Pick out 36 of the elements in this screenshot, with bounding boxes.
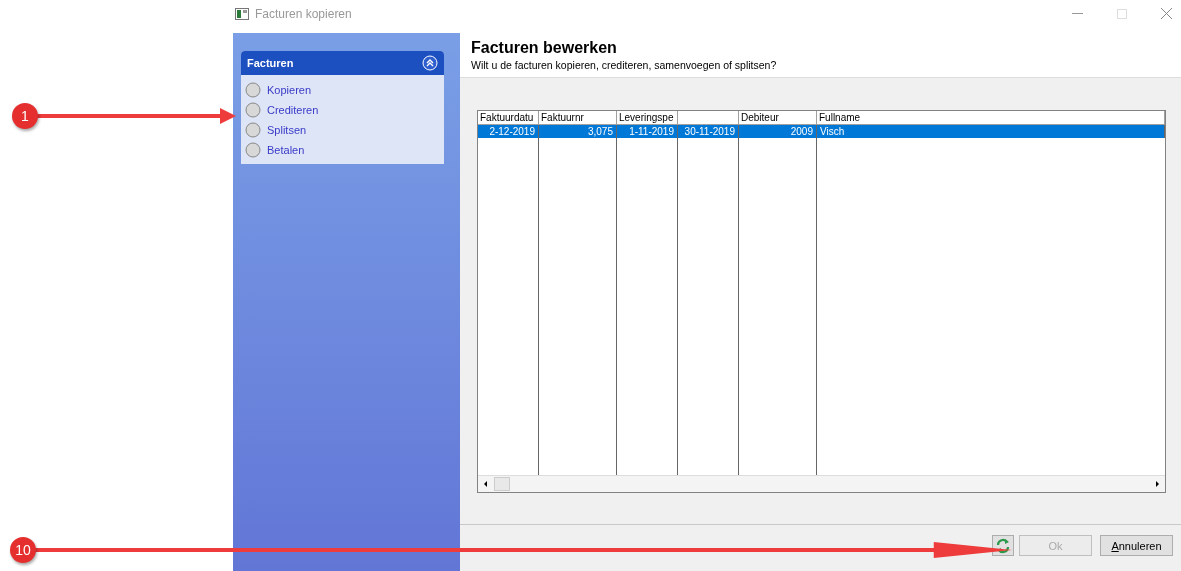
radio-button[interactable]: [245, 122, 261, 138]
table-row[interactable]: 2-12-2019 3,075 1-11-2019 30-11-2019 2009 Visch: [478, 125, 1165, 138]
radio-button[interactable]: [245, 102, 261, 118]
task-link[interactable]: Splitsen: [267, 124, 307, 136]
window-title: Facturen kopieren: [255, 6, 352, 21]
column-header[interactable]: Faktuurnr: [541, 112, 584, 123]
group-title: Facturen: [247, 57, 294, 69]
task-link[interactable]: Kopieren: [267, 84, 312, 96]
collapse-icon[interactable]: [422, 55, 438, 71]
maximize-icon[interactable]: [1117, 8, 1127, 19]
scroll-thumb[interactable]: [494, 477, 510, 491]
close-icon[interactable]: [1161, 8, 1172, 19]
table-cell: 2-12-2019: [489, 126, 535, 137]
table-cell: 1-11-2019: [629, 126, 674, 137]
column-header[interactable]: Leveringspe: [619, 112, 674, 123]
column-header[interactable]: Faktuurdatu: [480, 112, 534, 123]
column-header[interactable]: Fullname: [819, 112, 861, 123]
table-cell: Visch: [820, 126, 845, 137]
minimize-icon[interactable]: [1072, 12, 1083, 15]
table-cell: 3,075: [587, 126, 613, 137]
task-link[interactable]: Crediteren: [267, 104, 319, 116]
table-cell: 2009: [790, 126, 813, 137]
radio-button[interactable]: [245, 82, 261, 98]
table-cell: 30-11-2019: [684, 126, 735, 137]
task-link[interactable]: Betalen: [267, 144, 305, 156]
column-header[interactable]: Debiteur: [741, 112, 779, 123]
callout-badge: 1: [12, 103, 38, 129]
page-subtitle: Wilt u de facturen kopieren, crediteren, samenvoegen of splitsen?: [471, 59, 778, 71]
radio-button[interactable]: [245, 142, 261, 158]
refresh-icon: [995, 537, 1011, 554]
refresh-button[interactable]: [992, 535, 1014, 556]
page-title: Facturen bewerken: [471, 39, 618, 57]
app-icon: [235, 7, 249, 20]
cancel-button[interactable]: Annuleren: [1100, 535, 1173, 556]
horizontal-scrollbar[interactable]: [478, 475, 1165, 492]
callout-badge: 10: [10, 537, 36, 563]
